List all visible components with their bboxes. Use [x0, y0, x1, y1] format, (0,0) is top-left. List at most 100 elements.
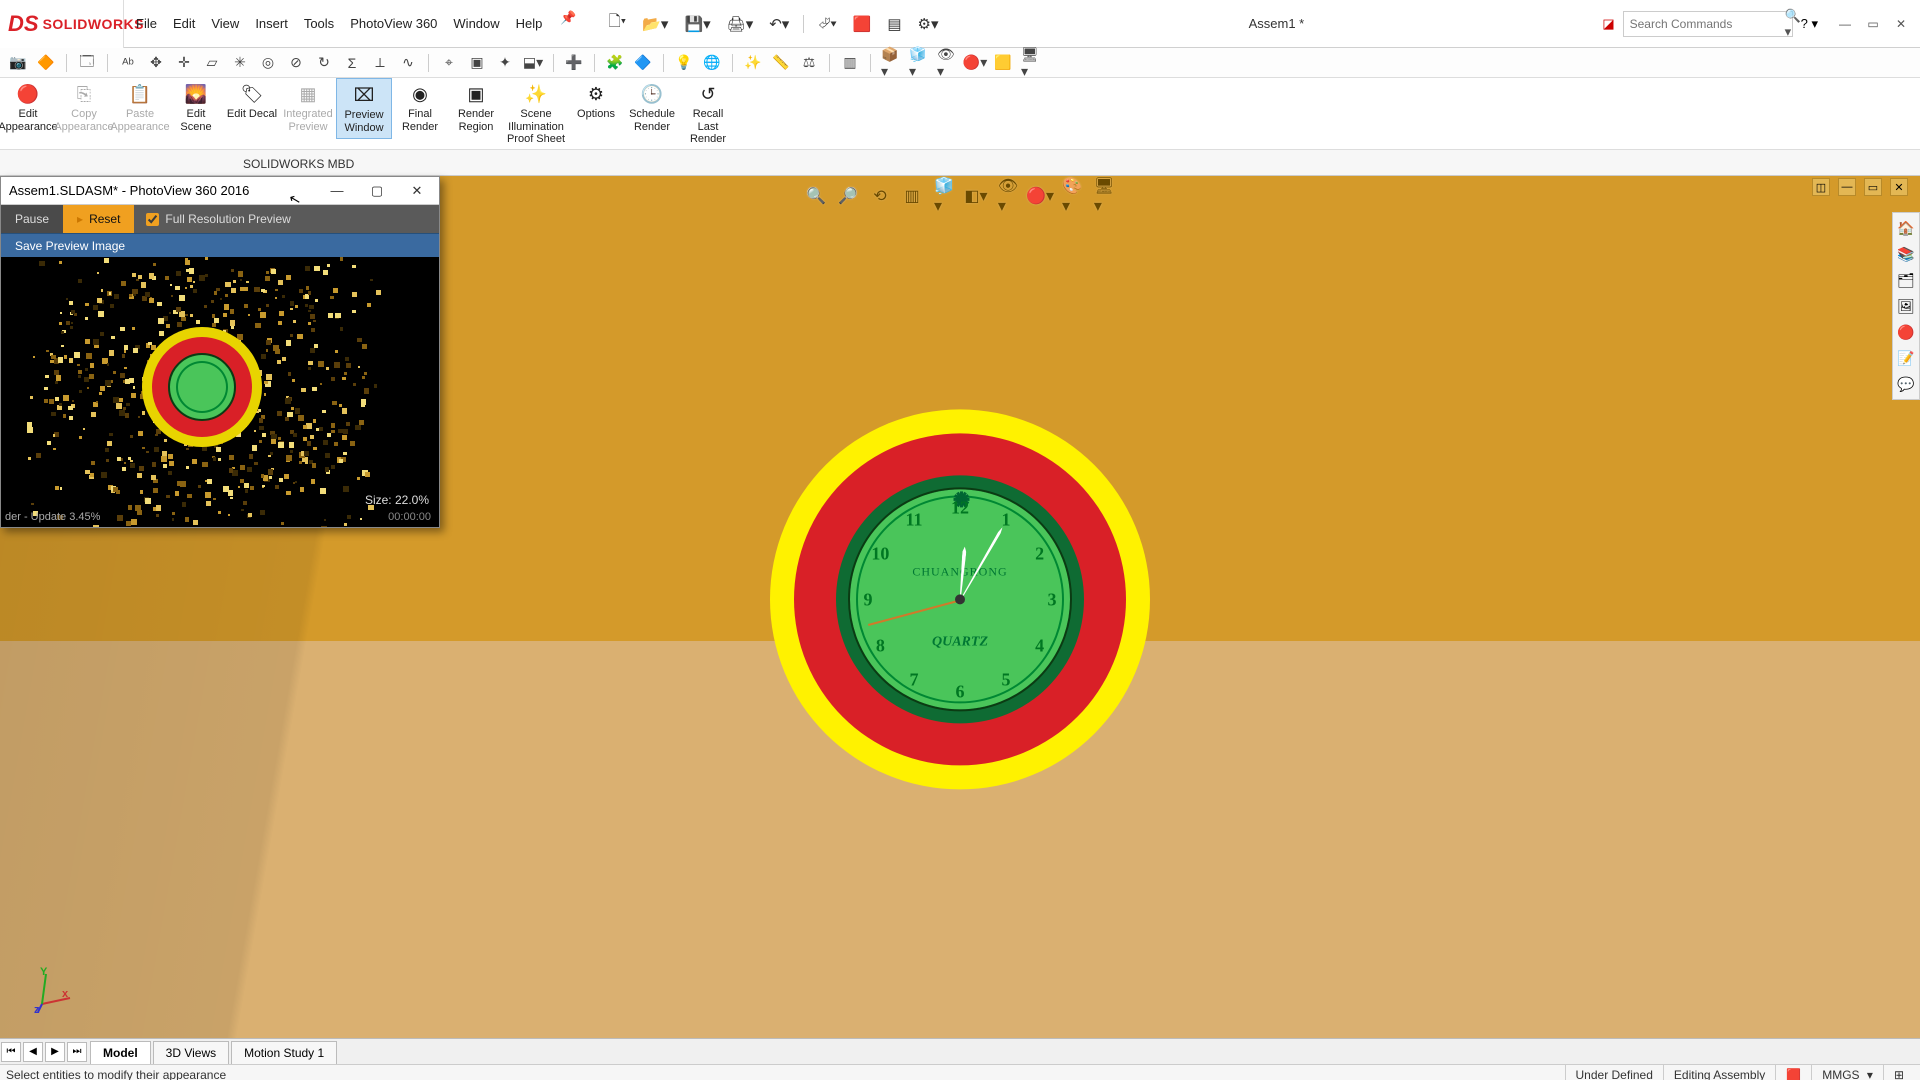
- close-button[interactable]: ✕: [1888, 13, 1914, 35]
- qat-settings-button[interactable]: ⚙▾: [916, 13, 941, 35]
- help-button[interactable]: ? ▾: [1801, 16, 1818, 32]
- display-state-icon[interactable]: 🖥▾: [1021, 53, 1041, 73]
- mate-icon[interactable]: ⌖: [439, 53, 459, 73]
- vp-split-icon[interactable]: ◫: [1812, 178, 1830, 196]
- taskpane-library-icon[interactable]: 📚: [1895, 243, 1917, 265]
- status-units[interactable]: MMGS ▾: [1811, 1065, 1883, 1080]
- qat-new-button[interactable]: 🗋▾: [607, 9, 629, 38]
- view-orientation-icon[interactable]: 🧊▾: [934, 186, 954, 206]
- minimize-button[interactable]: —: [1832, 13, 1858, 35]
- qat-select-button[interactable]: ⮰▾: [816, 13, 838, 34]
- vp-minimize-icon[interactable]: —: [1838, 178, 1856, 196]
- view-icon[interactable]: 👁▾: [937, 53, 957, 73]
- pv-save-preview-button[interactable]: Save Preview Image: [9, 234, 131, 257]
- photoview-preview-window[interactable]: Assem1.SLDASM* - PhotoView 360 2016 ↖ — …: [0, 176, 440, 528]
- apply-scene-icon[interactable]: 🎨▾: [1062, 186, 1082, 206]
- menu-window[interactable]: Window: [445, 10, 507, 37]
- qat-options-button[interactable]: ▤: [885, 13, 903, 35]
- maximize-button[interactable]: ▭: [1860, 13, 1886, 35]
- origin-icon[interactable]: ✳: [230, 53, 250, 73]
- schedule-render-button[interactable]: 🕒Schedule Render: [624, 78, 680, 137]
- status-custom-icon[interactable]: ⊞: [1883, 1065, 1914, 1080]
- edit-appearance-icon[interactable]: 🔴▾: [1030, 186, 1050, 206]
- tab-last-button[interactable]: ⏭: [67, 1042, 87, 1062]
- hide-show-icon[interactable]: 👁▾: [998, 186, 1018, 206]
- taskpane-home-icon[interactable]: 🏠: [1895, 217, 1917, 239]
- spline-icon[interactable]: ∿: [398, 53, 418, 73]
- tab-first-button[interactable]: ⏮: [1, 1042, 21, 1062]
- taskpane-view-palette-icon[interactable]: 🖼: [1895, 295, 1917, 317]
- tab-motion-study[interactable]: Motion Study 1: [231, 1041, 337, 1064]
- edit-appearance-button[interactable]: 🔴Edit Appearance: [0, 78, 56, 137]
- screenshot-icon[interactable]: 📷: [8, 53, 28, 73]
- search-input[interactable]: [1630, 17, 1785, 31]
- tab-next-button[interactable]: ▶: [45, 1042, 65, 1062]
- appearance-edit-icon[interactable]: 🔴▾: [965, 53, 985, 73]
- section-icon[interactable]: ▥: [840, 53, 860, 73]
- equation-icon[interactable]: Σ: [342, 53, 362, 73]
- vp-close-icon[interactable]: ✕: [1890, 178, 1908, 196]
- search-commands[interactable]: 🔍▾: [1623, 11, 1793, 37]
- qat-open-button[interactable]: 📂▾: [640, 13, 670, 35]
- tab-model[interactable]: Model: [90, 1041, 151, 1064]
- assembly-vis-icon[interactable]: 📦▾: [881, 53, 901, 73]
- annotations-icon[interactable]: ᴬᵇ: [118, 53, 138, 73]
- vp-restore-icon[interactable]: ▭: [1864, 178, 1882, 196]
- pv-reset-button[interactable]: Reset: [63, 205, 134, 233]
- feature-icon[interactable]: ⬓▾: [523, 53, 543, 73]
- taskpane-forum-icon[interactable]: 💬: [1895, 373, 1917, 395]
- tab-solidworks-mbd[interactable]: SOLIDWORKS MBD: [230, 152, 367, 175]
- dimension-icon[interactable]: ⟂: [370, 53, 390, 73]
- view-settings-icon[interactable]: 🖥▾: [1094, 186, 1114, 206]
- decal-edit-icon[interactable]: 🟨: [993, 53, 1013, 73]
- previous-view-icon[interactable]: ⟲: [870, 186, 890, 206]
- preview-window-button[interactable]: ⌧Preview Window: [336, 78, 392, 139]
- search-icon[interactable]: 🔍▾: [1785, 8, 1801, 40]
- options-button[interactable]: ⚙Options: [568, 78, 624, 125]
- edit-scene-button[interactable]: 🌄Edit Scene: [168, 78, 224, 137]
- center-mark-icon[interactable]: ✥: [146, 53, 166, 73]
- sim-wizard-icon[interactable]: 🧩: [605, 53, 625, 73]
- display-icon[interactable]: ◎: [258, 53, 278, 73]
- zoom-fit-icon[interactable]: 🗔: [77, 53, 97, 73]
- taskpane-file-explorer-icon[interactable]: 🗂: [1895, 269, 1917, 291]
- menu-insert[interactable]: Insert: [247, 10, 296, 37]
- menu-edit[interactable]: Edit: [165, 10, 203, 37]
- measure-icon[interactable]: 📏: [771, 53, 791, 73]
- tab-prev-button[interactable]: ◀: [23, 1042, 43, 1062]
- scene-illumination-button[interactable]: ✨Scene Illumination Proof Sheet: [504, 78, 568, 150]
- zoom-area-icon[interactable]: 🔎: [838, 186, 858, 206]
- pv-render-canvas[interactable]: der - Update 3.45% Size: 22.0% 00:00:00: [1, 257, 439, 527]
- qat-print-button[interactable]: 🖨▾: [725, 13, 756, 35]
- qat-rebuild-button[interactable]: 🟥: [851, 13, 874, 35]
- pin-menu-icon[interactable]: 📌: [560, 10, 576, 37]
- reference-triad[interactable]: x Y z: [34, 968, 78, 1012]
- hide-icon[interactable]: ⊘: [286, 53, 306, 73]
- light-icon[interactable]: 💡: [674, 53, 694, 73]
- menu-view[interactable]: View: [203, 10, 247, 37]
- pv-close-button[interactable]: ✕: [403, 181, 431, 201]
- pv-titlebar[interactable]: Assem1.SLDASM* - PhotoView 360 2016 ↖ — …: [1, 177, 439, 205]
- appearance-icon[interactable]: 🔶: [36, 53, 56, 73]
- final-render-button[interactable]: ◉Final Render: [392, 78, 448, 137]
- menu-photoview360[interactable]: PhotoView 360: [342, 10, 445, 37]
- display-style-icon[interactable]: ◧▾: [966, 186, 986, 206]
- explode-icon[interactable]: ✦: [495, 53, 515, 73]
- render-region-button[interactable]: ▣Render Region: [448, 78, 504, 137]
- zoom-to-fit-icon[interactable]: 🔍: [806, 186, 826, 206]
- tab-3d-views[interactable]: 3D Views: [153, 1041, 229, 1064]
- plane-icon[interactable]: ▱: [202, 53, 222, 73]
- edit-decal-button[interactable]: 🏷Edit Decal: [224, 78, 280, 125]
- taskpane-appearances-icon[interactable]: 🔴: [1895, 321, 1917, 343]
- pv-maximize-button[interactable]: ▢: [363, 181, 391, 201]
- taskpane-custom-props-icon[interactable]: 📝: [1895, 347, 1917, 369]
- clock-model[interactable]: CHUANGRONG QUARTZ 121234567891011: [770, 409, 1150, 789]
- menu-file[interactable]: File: [128, 10, 165, 37]
- pv-full-res-input[interactable]: [146, 213, 159, 226]
- sim-run-icon[interactable]: 🔷: [633, 53, 653, 73]
- qat-save-button[interactable]: 💾▾: [682, 13, 712, 35]
- wand-icon[interactable]: ✨: [743, 53, 763, 73]
- rotate-icon[interactable]: ↻: [314, 53, 334, 73]
- pv-pause-button[interactable]: Pause: [1, 205, 63, 233]
- axis-icon[interactable]: ✛: [174, 53, 194, 73]
